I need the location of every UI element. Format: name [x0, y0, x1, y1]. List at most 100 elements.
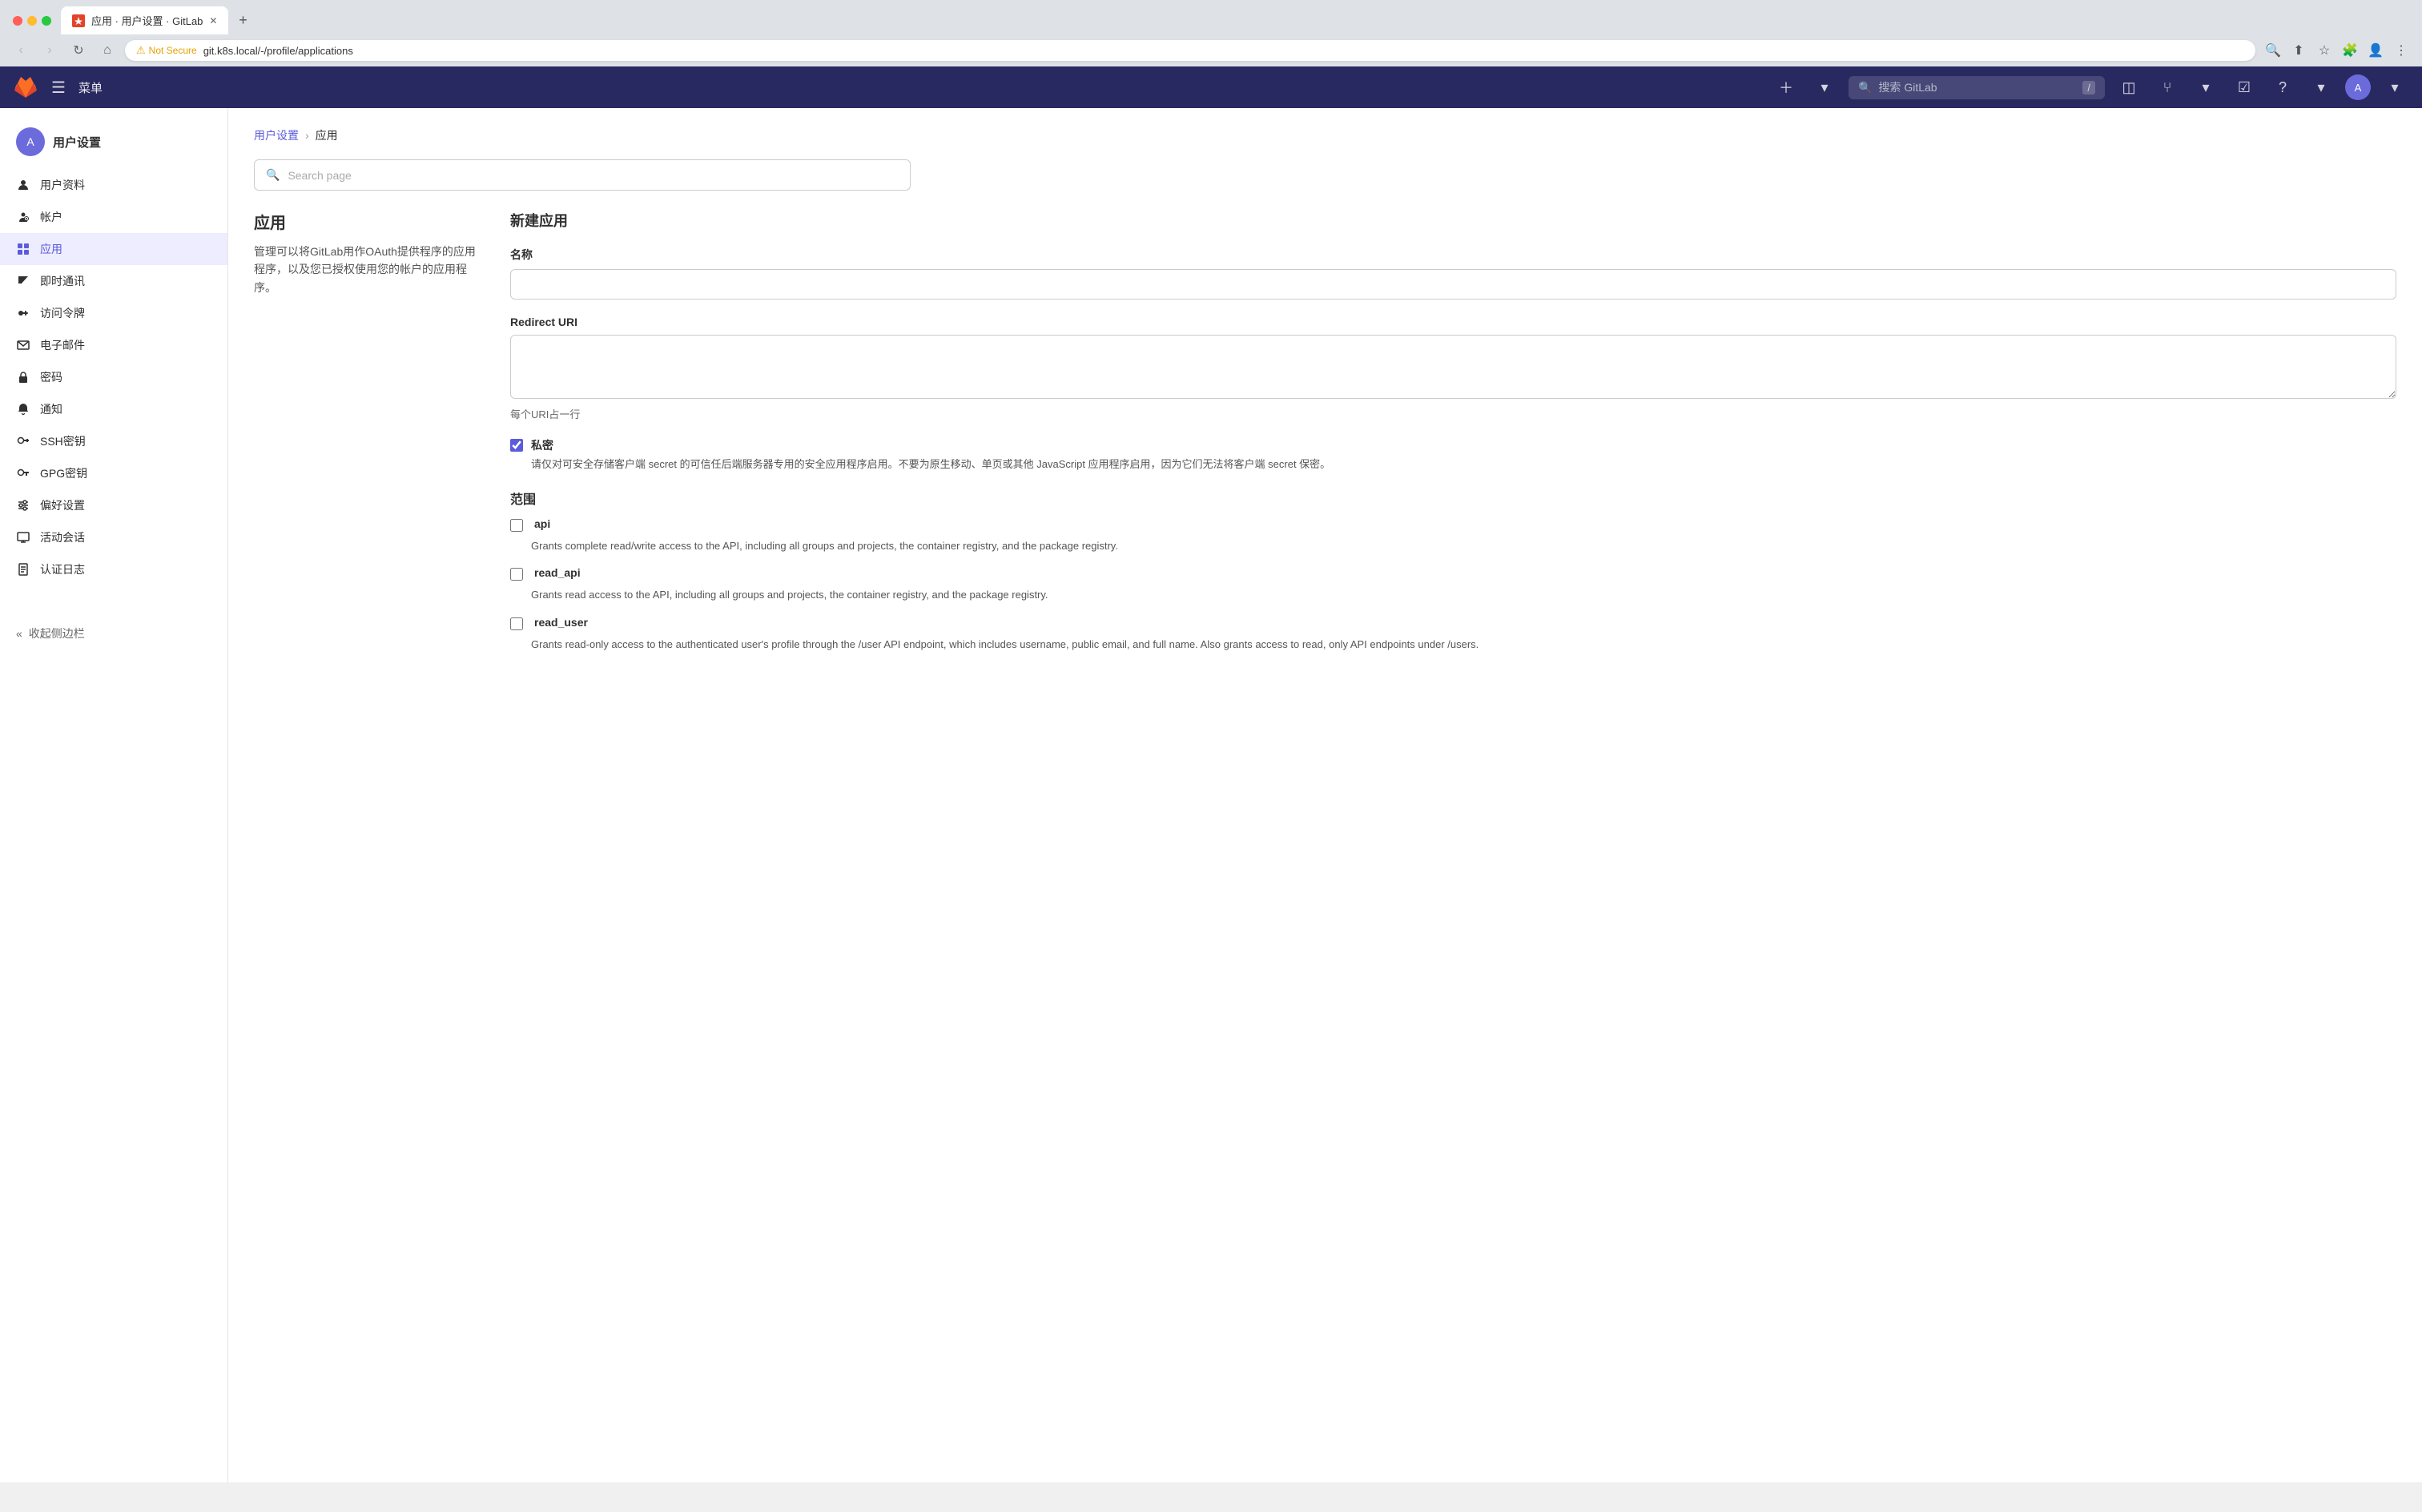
- search-page-input[interactable]: [288, 169, 899, 182]
- sidebar-item-password[interactable]: 密码: [0, 361, 227, 393]
- sidebar-item-account[interactable]: 帐户: [0, 201, 227, 233]
- help-icon[interactable]: ?: [2268, 73, 2297, 102]
- scope-read-api-description: Grants read access to the API, including…: [510, 587, 2396, 603]
- sidebar-item-chat[interactable]: 即时通讯: [0, 265, 227, 297]
- sliders-icon: [16, 498, 30, 513]
- sidebar-item-email[interactable]: 电子邮件: [0, 329, 227, 361]
- sidebar-item-label: 用户资料: [40, 177, 85, 193]
- sidebar-item-notifications[interactable]: 通知: [0, 393, 227, 425]
- tab-close-button[interactable]: ✕: [209, 15, 217, 26]
- collapse-icon: «: [16, 627, 22, 640]
- scope-read-api-label[interactable]: read_api: [534, 566, 581, 579]
- tab-title: 应用 · 用户设置 · GitLab: [91, 13, 203, 28]
- chat-icon: [16, 274, 30, 288]
- help-dropdown[interactable]: ▾: [2307, 73, 2336, 102]
- search-shortcut-badge: /: [2082, 81, 2095, 94]
- scope-read-api: read_api Grants read access to the API, …: [510, 566, 2396, 603]
- menu-label[interactable]: 菜单: [78, 79, 103, 96]
- left-column: 应用 管理可以将GitLab用作OAuth提供程序的应用程序，以及您已授权使用您…: [254, 210, 478, 665]
- sidebar-user-header: A 用户设置: [0, 121, 227, 169]
- merge-requests-icon[interactable]: ⑂: [2153, 73, 2182, 102]
- security-warning: ⚠ Not Secure: [136, 44, 197, 57]
- sidebar-item-label: 密码: [40, 369, 62, 385]
- sidebar-item-preferences[interactable]: 偏好设置: [0, 489, 227, 521]
- traffic-light-close[interactable]: [13, 16, 22, 26]
- scope-read-user: read_user Grants read-only access to the…: [510, 616, 2396, 653]
- scope-read-user-label[interactable]: read_user: [534, 616, 588, 629]
- breadcrumb-separator: ›: [305, 129, 309, 142]
- search-page-icon: 🔍: [266, 168, 280, 182]
- user-avatar-button[interactable]: A: [2345, 74, 2371, 100]
- sidebar-item-label: GPG密钥: [40, 465, 87, 481]
- scope-section-title: 范围: [510, 489, 2396, 508]
- profile-browser-icon[interactable]: 👤: [2364, 39, 2387, 62]
- todo-icon[interactable]: ☑: [2230, 73, 2259, 102]
- sidebar-item-auth-log[interactable]: 认证日志: [0, 553, 227, 585]
- sidebar-avatar: A: [16, 127, 45, 156]
- scope-api-label[interactable]: api: [534, 517, 550, 530]
- new-tab-button[interactable]: +: [231, 10, 254, 32]
- ssh-key-icon: [16, 434, 30, 448]
- scope-read-user-description: Grants read-only access to the authentic…: [510, 637, 2396, 653]
- sidebar-collapse-button[interactable]: « 收起侧边栏: [0, 617, 227, 649]
- redirect-uri-hint: 每个URI占一行: [510, 406, 2396, 421]
- issues-icon[interactable]: ◫: [2114, 73, 2143, 102]
- breadcrumb: 用户设置 › 应用: [254, 127, 2396, 143]
- sidebar-item-label: 活动会话: [40, 529, 85, 545]
- global-search-input[interactable]: [1878, 81, 2076, 94]
- more-icon[interactable]: ⋮: [2390, 39, 2412, 62]
- scope-api-checkbox[interactable]: [510, 519, 523, 532]
- redirect-uri-input[interactable]: [510, 335, 2396, 399]
- hamburger-menu-button[interactable]: ☰: [48, 74, 69, 101]
- dropdown-arrow[interactable]: ▾: [2191, 73, 2220, 102]
- sidebar-item-label: 即时通讯: [40, 273, 85, 289]
- breadcrumb-parent-link[interactable]: 用户设置: [254, 127, 299, 143]
- address-text: git.k8s.local/-/profile/applications: [203, 45, 353, 57]
- search-page-bar[interactable]: 🔍: [254, 159, 911, 191]
- home-button[interactable]: ⌂: [96, 39, 119, 62]
- active-tab[interactable]: 应用 · 用户设置 · GitLab ✕: [61, 6, 228, 34]
- section-description: 管理可以将GitLab用作OAuth提供程序的应用程序，以及您已授权使用您的帐户…: [254, 243, 478, 296]
- confidential-checkbox[interactable]: [510, 439, 523, 452]
- sidebar-item-label: SSH密钥: [40, 433, 86, 449]
- lock-icon: [16, 370, 30, 384]
- name-input[interactable]: [510, 269, 2396, 300]
- warning-icon: ⚠: [136, 44, 146, 57]
- sidebar-item-label: 认证日志: [40, 561, 85, 577]
- sidebar-item-gpg[interactable]: GPG密钥: [0, 457, 227, 489]
- address-bar[interactable]: ⚠ Not Secure git.k8s.local/-/profile/app…: [125, 40, 2255, 61]
- forward-button[interactable]: ›: [38, 39, 61, 62]
- gpg-key-icon: [16, 466, 30, 481]
- sidebar-item-ssh[interactable]: SSH密钥: [0, 425, 227, 457]
- create-dropdown-button[interactable]: ▾: [1810, 73, 1839, 102]
- gitlab-logo[interactable]: [13, 74, 38, 100]
- refresh-button[interactable]: ↻: [67, 39, 90, 62]
- auth-log-icon: [16, 562, 30, 577]
- back-button[interactable]: ‹: [10, 39, 32, 62]
- sidebar-item-applications[interactable]: 应用: [0, 233, 227, 265]
- sidebar-item-tokens[interactable]: 访问令牌: [0, 297, 227, 329]
- global-search-box[interactable]: 🔍 /: [1849, 76, 2105, 99]
- sidebar: A 用户设置 用户资料 帐户 应用: [0, 108, 228, 1482]
- sidebar-item-profile[interactable]: 用户资料: [0, 169, 227, 201]
- scope-read-api-checkbox[interactable]: [510, 568, 523, 581]
- extensions-icon[interactable]: 🧩: [2339, 39, 2361, 62]
- account-icon: [16, 210, 30, 224]
- name-form-group: 名称: [510, 247, 2396, 300]
- scope-api: api Grants complete read/write access to…: [510, 517, 2396, 554]
- sidebar-item-active-sessions[interactable]: 活动会话: [0, 521, 227, 553]
- scope-read-user-checkbox[interactable]: [510, 617, 523, 630]
- redirect-uri-label: Redirect URI: [510, 316, 2396, 328]
- user-menu-dropdown[interactable]: ▾: [2380, 73, 2409, 102]
- search-icon: 🔍: [1858, 81, 1872, 94]
- search-browser-icon[interactable]: 🔍: [2262, 39, 2284, 62]
- tab-favicon: [72, 14, 85, 27]
- traffic-light-minimize[interactable]: [27, 16, 37, 26]
- create-new-button[interactable]: ＋: [1772, 73, 1800, 102]
- bookmark-icon[interactable]: ☆: [2313, 39, 2336, 62]
- sidebar-user-title: 用户设置: [53, 134, 101, 151]
- traffic-light-fullscreen[interactable]: [42, 16, 51, 26]
- share-icon[interactable]: ⬆: [2287, 39, 2310, 62]
- monitor-icon: [16, 530, 30, 545]
- confidential-label[interactable]: 私密: [531, 439, 553, 452]
